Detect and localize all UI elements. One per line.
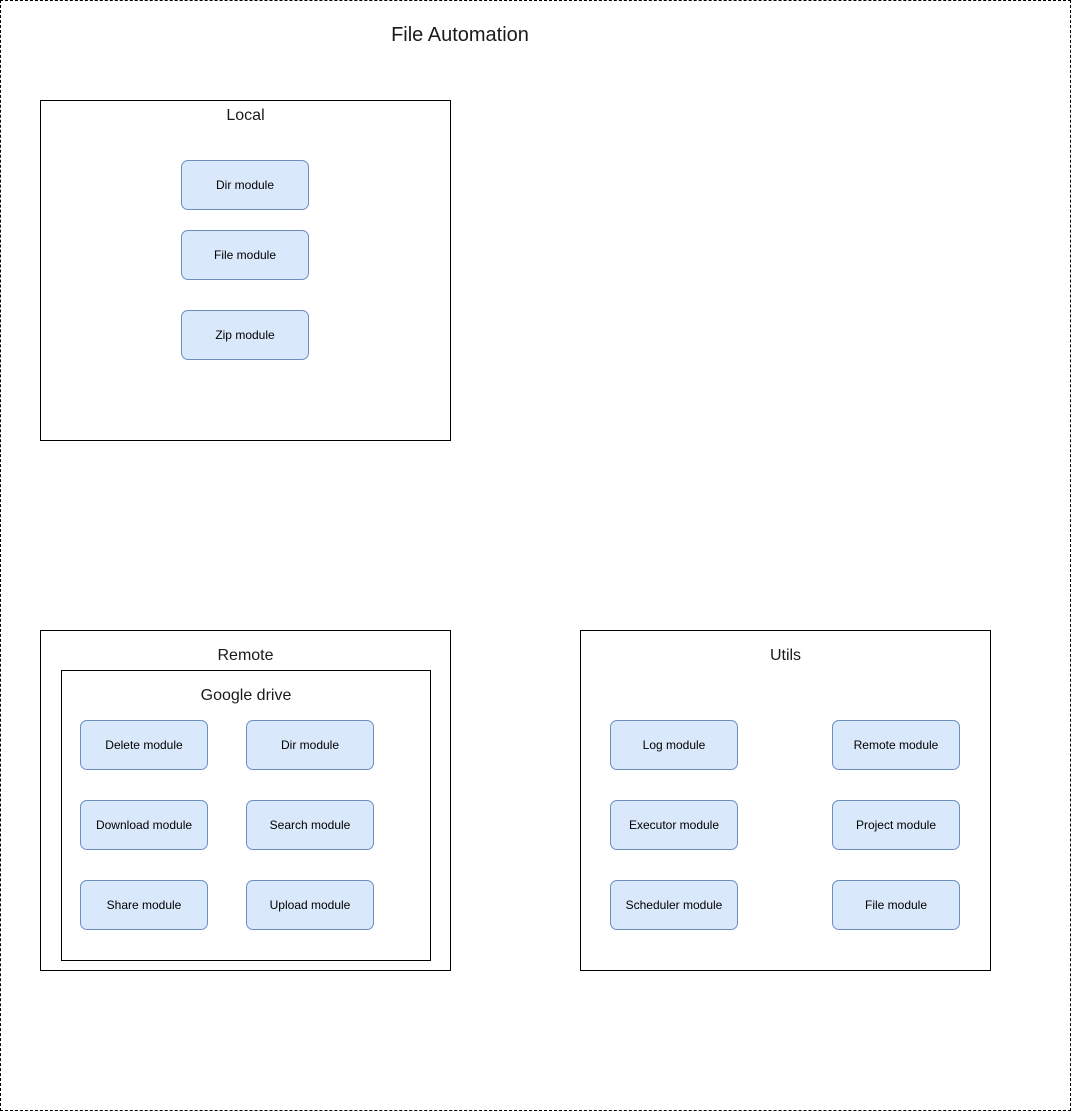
diagram-title: File Automation: [391, 24, 529, 46]
utils-remote-module[interactable]: Remote module: [832, 720, 960, 770]
local-label: Local: [226, 107, 265, 124]
local-zip-module[interactable]: Zip module: [181, 310, 309, 360]
google-drive-label: Google drive: [200, 687, 292, 704]
utils-scheduler-module[interactable]: Scheduler module: [610, 880, 738, 930]
local-file-module[interactable]: File module: [181, 230, 309, 280]
gdrive-download-module[interactable]: Download module: [80, 800, 208, 850]
utils-label: Utils: [769, 647, 802, 664]
gdrive-share-module[interactable]: Share module: [80, 880, 208, 930]
gdrive-dir-module[interactable]: Dir module: [246, 720, 374, 770]
utils-file-module[interactable]: File module: [832, 880, 960, 930]
gdrive-upload-module[interactable]: Upload module: [246, 880, 374, 930]
utils-log-module[interactable]: Log module: [610, 720, 738, 770]
gdrive-delete-module[interactable]: Delete module: [80, 720, 208, 770]
utils-executor-module[interactable]: Executor module: [610, 800, 738, 850]
remote-label: Remote: [217, 647, 274, 664]
gdrive-search-module[interactable]: Search module: [246, 800, 374, 850]
local-dir-module[interactable]: Dir module: [181, 160, 309, 210]
utils-project-module[interactable]: Project module: [832, 800, 960, 850]
